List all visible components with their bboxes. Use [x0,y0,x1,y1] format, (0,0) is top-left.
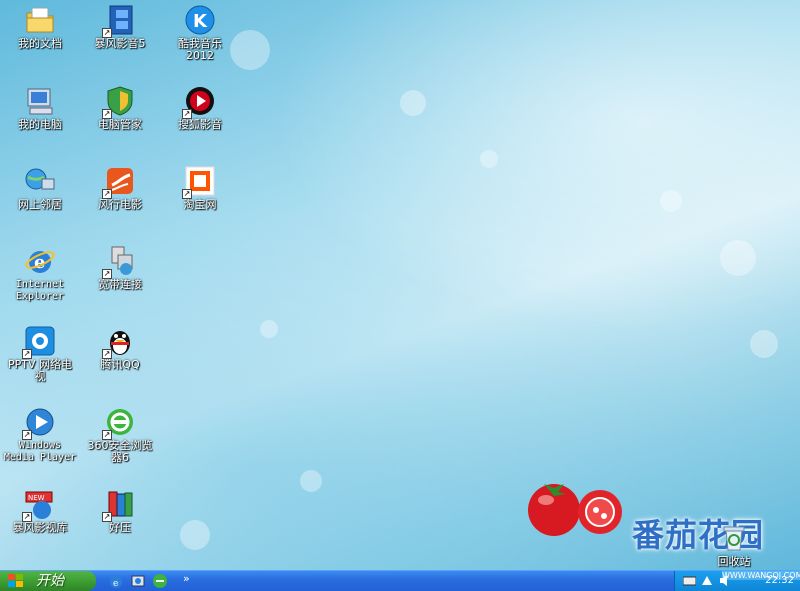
icon-label: 电脑管家 [98,118,142,131]
bokeh-light [300,470,322,492]
folder-icon [24,4,56,36]
penguin-icon: ↗ [102,325,136,359]
recycle-bin-icon-shortcut[interactable]: 回收站 [696,520,772,568]
start-button[interactable]: 开始 [0,571,96,591]
tomato-icon [528,484,622,536]
pc-manager-icon-shortcut[interactable]: ↗ 电脑管家 [82,83,158,131]
bokeh-light [180,520,210,550]
shortcut-arrow-icon: ↗ [102,269,112,279]
baofeng-library-icon-shortcut[interactable]: NEW ↗ 暴风影视库 [2,486,78,534]
windows-flag-icon [8,574,23,587]
desktop: 我的文档 我的电脑 网上邻居 e Internet Explorer ↗ PPT… [0,0,800,570]
sohu-video-icon-shortcut[interactable]: ↗ 搜狐影音 [162,83,238,131]
svg-text:NEW: NEW [28,494,45,502]
shortcut-arrow-icon: ↗ [102,109,112,119]
my-documents-icon-shortcut[interactable]: 我的文档 [2,2,78,50]
fengxing-icon: ↗ [102,165,136,199]
shortcut-arrow-icon: ↗ [102,430,112,440]
archive-books-icon: ↗ [102,488,136,522]
icon-label: 暴风影视库 [12,521,68,534]
shortcut-arrow-icon: ↗ [22,512,32,522]
icon-label: 宽带连接 [98,278,142,291]
fengxing-icon-shortcut[interactable]: ↗ 风行电影 [82,163,158,211]
bokeh-light [480,150,498,168]
browser-360-quicklaunch-icon[interactable] [152,573,168,589]
icon-label: 酷我音乐 2012 [178,37,222,62]
quick-launch-chevron[interactable]: » [183,572,190,585]
kuwo-k-icon: K [184,4,216,36]
baofeng-5-icon-shortcut[interactable]: ↗ 暴风影音5 [82,2,158,50]
shortcut-arrow-icon: ↗ [182,109,192,119]
svg-text:e: e [113,579,118,589]
browser-360-icon: ↗ [102,406,136,440]
start-label: 开始 [36,573,64,589]
bokeh-light [660,190,682,212]
bokeh-light [400,90,426,116]
icon-label: 淘宝网 [183,198,217,211]
broadband-icon-shortcut[interactable]: ↗ 宽带连接 [82,243,158,291]
shortcut-arrow-icon: ↗ [22,430,32,440]
internet-explorer-icon-shortcut[interactable]: e Internet Explorer [2,243,78,303]
icon-label: 腾讯QQ [100,358,140,371]
video-library-icon: NEW ↗ [22,488,56,522]
icon-label: 我的电脑 [18,118,62,131]
ie-icon: e [24,245,56,277]
computer-icon [24,85,56,117]
film-icon: ↗ [102,4,136,38]
shield-icon: ↗ [102,85,136,119]
icon-label: 我的文档 [18,37,62,50]
pptv-icon: ↗ [22,325,56,359]
taobao-icon: ↗ [182,165,216,199]
icon-label: 好压 [109,521,131,534]
svg-text:K: K [193,11,208,32]
icon-label: PPTV 网络电 视 [7,358,72,383]
taobao-icon-shortcut[interactable]: ↗ 淘宝网 [162,163,238,211]
icon-label: Internet Explorer [15,279,65,302]
watermark: WWW.WANGQI.COM [722,571,800,580]
network-globe-icon [24,165,56,197]
icon-label: 360安全浏览 器6 [87,439,153,464]
icon-label: 风行电影 [98,198,142,211]
icon-label: Windows Media Player [3,440,77,463]
icon-label: 回收站 [717,555,751,568]
kuwo-music-icon-shortcut[interactable]: K 酷我音乐 2012 [162,2,238,62]
windows-media-player-icon-shortcut[interactable]: ↗ Windows Media Player [2,404,78,464]
shortcut-arrow-icon: ↗ [102,349,112,359]
shortcut-arrow-icon: ↗ [102,189,112,199]
bokeh-light [260,320,278,338]
icon-label: 暴风影音5 [94,37,146,50]
media-player-icon: ↗ [22,406,56,440]
shortcut-arrow-icon: ↗ [22,349,32,359]
ie-quicklaunch-icon[interactable]: e [108,573,124,589]
icon-label: 搜狐影音 [178,118,222,131]
bokeh-light [720,240,756,276]
taskbar: 开始 e » 22:32 [0,570,800,591]
keyboard-icon[interactable] [683,574,696,587]
tencent-qq-icon-shortcut[interactable]: ↗ 腾讯QQ [82,323,158,371]
broadband-connection-icon: ↗ [102,245,136,279]
shortcut-arrow-icon: ↗ [182,189,192,199]
pptv-icon-shortcut[interactable]: ↗ PPTV 网络电 视 [2,323,78,383]
play-circle-icon: ↗ [182,85,216,119]
haozip-icon-shortcut[interactable]: ↗ 好压 [82,486,158,534]
my-computer-icon-shortcut[interactable]: 我的电脑 [2,83,78,131]
bokeh-light [750,330,778,358]
icon-label: 网上邻居 [18,198,62,211]
quick-launch: e [108,573,168,589]
360-browser-icon-shortcut[interactable]: ↗ 360安全浏览 器6 [82,404,158,464]
show-desktop-icon[interactable] [130,573,146,589]
recycle-bin-icon [718,522,750,554]
network-places-icon-shortcut[interactable]: 网上邻居 [2,163,78,211]
shortcut-arrow-icon: ↗ [102,28,112,38]
network-icon[interactable] [701,574,714,587]
shortcut-arrow-icon: ↗ [102,512,112,522]
